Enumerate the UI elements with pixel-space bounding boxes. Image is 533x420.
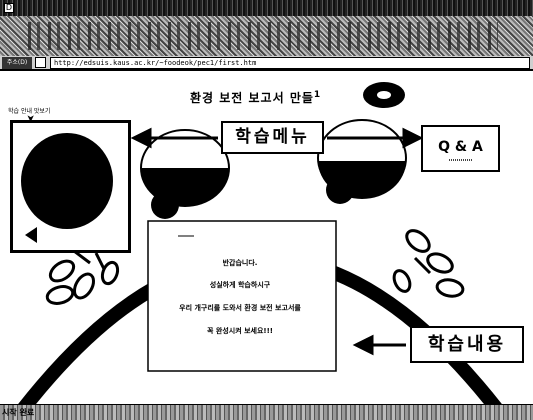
message-line: 성실하게 학습하시구 [209, 281, 271, 289]
qa-button[interactable]: Q & A [421, 125, 500, 172]
message-line: 꼭 완성시켜 보세요!!! [207, 327, 273, 335]
url-field[interactable]: http://edsuis.kaus.ac.kr/~foodeok/pec1/f… [50, 57, 530, 69]
window-titlebar: D [0, 0, 533, 16]
logo-icon [363, 82, 405, 108]
toolbar-buttons[interactable] [28, 22, 498, 50]
browser-system-icon[interactable]: D [4, 3, 14, 13]
browser-toolbar [0, 16, 533, 56]
message-line: 우리 개구리를 도와서 환경 보전 보고서를 [179, 304, 301, 312]
qa-sublabel-line [448, 159, 473, 161]
frog-right-eye [317, 119, 407, 204]
status-text: 시작 완료 [2, 408, 35, 417]
qa-label: Q & A [438, 139, 483, 155]
page-title: 환경 보전 보고서 만들1 [190, 90, 322, 105]
menu-notch-icon [25, 227, 37, 243]
menu-circle-graphic [21, 133, 113, 229]
page-icon [35, 57, 46, 68]
message-line: 반갑습니다. [222, 259, 258, 267]
frog-left-eye [140, 129, 230, 219]
frog-right-hand [392, 229, 465, 298]
menu-frame[interactable] [10, 120, 131, 253]
page-content: 환경 보전 보고서 만들1 학습 안내 맛보기 ➤ 학습메뉴 Q & A 학습내… [0, 73, 533, 404]
learn-menu-button[interactable]: 학습메뉴 [221, 121, 324, 154]
message-panel [147, 220, 337, 372]
frog-left-hand [45, 246, 120, 305]
address-label: 주소(D) [2, 57, 32, 69]
status-bar: 시작 완료 [0, 404, 533, 420]
address-bar: 주소(D) http://edsuis.kaus.ac.kr/~foodeok/… [0, 56, 533, 71]
learn-content-button[interactable]: 학습내용 [410, 326, 524, 363]
